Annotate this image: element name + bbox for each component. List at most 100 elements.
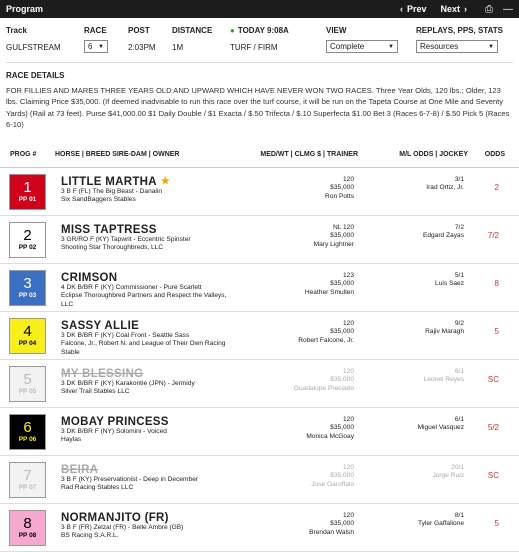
chevron-down-icon: ▼ <box>98 43 104 50</box>
post-position: PP 01 <box>18 196 37 204</box>
post-position: PP 05 <box>18 388 37 396</box>
program-number-badge: 6 PP 06 <box>9 413 46 450</box>
entry-row[interactable]: 2 PP 02 MISS TAPTRESS 3 GR/RO F (KY) Tap… <box>0 216 519 264</box>
chevron-down-icon: ▼ <box>388 43 394 50</box>
jockey: Tyler Gaffalione <box>417 520 464 528</box>
minimize-icon[interactable]: — <box>503 4 513 15</box>
post-position: PP 08 <box>18 532 37 540</box>
prev-button[interactable]: ‹ Prev <box>400 4 427 14</box>
breed-info: 3 DK B/BR F (KY) Coal Front - Seattle Sa… <box>61 331 190 339</box>
replays-label: REPLAYS, PPS, STATS <box>416 26 503 35</box>
morning-line-odds: 6/1 <box>454 367 464 375</box>
owner: Eclipse Thoroughbred Partners and Respec… <box>61 292 227 308</box>
resources-select[interactable]: Resources ▼ <box>416 40 498 53</box>
jockey: Leonel Reyes <box>423 376 464 384</box>
morning-line-odds: 20/1 <box>451 463 464 471</box>
live-odds: 5 <box>494 326 499 336</box>
next-label: Next <box>440 4 460 14</box>
horse-name[interactable]: MISS TAPTRESS <box>61 224 157 236</box>
breed-info: 3 DK B/BR F (NY) Solomini - Voiced <box>61 427 167 435</box>
owner: Haylas <box>61 436 82 444</box>
chevron-right-icon: › <box>464 4 467 14</box>
program-number: 8 <box>23 515 32 533</box>
entry-row[interactable]: 7 PP 07 BEIRA 3 B F (KY) Preservationist… <box>0 456 519 504</box>
horse-name[interactable]: MOBAY PRINCESS <box>61 416 169 428</box>
program-number-badge: 4 PP 04 <box>9 317 46 354</box>
surface-value: TURF / FIRM <box>230 43 278 52</box>
morning-line-odds: 9/2 <box>454 319 464 327</box>
claiming-price: $35,000 <box>330 376 354 384</box>
jockey: Miguel Vasquez <box>417 424 464 432</box>
med-weight: 120 <box>342 511 354 519</box>
program-number-badge: 3 PP 03 <box>9 269 46 306</box>
morning-line-odds: 7/2 <box>454 223 464 231</box>
owner: BS Racing S.A.R.L. <box>61 532 119 540</box>
program-header: Program ‹ Prev Next › ⎙ — <box>0 0 519 18</box>
resources-select-value: Resources <box>420 42 459 51</box>
distance-value: 1M <box>172 43 184 52</box>
live-odds: SC <box>487 470 499 480</box>
horse-name[interactable]: BEIRA <box>61 464 98 476</box>
post-value: 2:03PM <box>128 43 156 52</box>
view-label: VIEW <box>326 26 347 35</box>
owner: Rad Racing Stables LLC <box>61 484 134 492</box>
horse-name[interactable]: LITTLE MARTHA <box>61 176 157 188</box>
view-select[interactable]: Complete ▼ <box>326 40 398 53</box>
race-header: Track GULFSTREAM RACE 6 ▼ POST 2:03PM DIS… <box>0 18 519 62</box>
horse-name[interactable]: NORMANJITO (FR) <box>61 512 169 524</box>
col-med: MED/WT | CLMG $ | TRAINER <box>260 150 358 158</box>
distance-label: DISTANCE <box>172 26 213 35</box>
post-position: PP 07 <box>18 484 37 492</box>
live-odds: 2 <box>494 182 499 192</box>
program-number-badge: 1 PP 01 <box>9 173 46 210</box>
med-weight: 120 <box>342 319 354 327</box>
horse-name[interactable]: MY BLESSING <box>61 368 143 380</box>
jockey: Irad Ortiz, Jr. <box>426 184 464 192</box>
chevron-down-icon: ▼ <box>488 43 494 50</box>
owner: Falcone, Jr., Robert N. and League of Th… <box>61 340 226 356</box>
trainer: Monica McGoay <box>306 432 354 440</box>
owner: Shooting Star Thoroughbreds, LLC <box>61 244 164 252</box>
entry-row[interactable]: 8 PP 08 NORMANJITO (FR) 3 B F (FR) Zelza… <box>0 504 519 552</box>
col-odds: ODDS <box>484 150 505 158</box>
post-position: PP 03 <box>18 292 37 300</box>
claiming-price: $35,000 <box>330 184 354 192</box>
live-odds: 8 <box>494 278 499 288</box>
chevron-left-icon: ‹ <box>399 4 403 14</box>
race-select[interactable]: 6 ▼ <box>84 40 108 53</box>
trainer: Ron Potts <box>325 192 354 200</box>
med-weight: 120 <box>342 175 354 183</box>
program-number: 5 <box>23 371 32 389</box>
entry-row[interactable]: 5 PP 05 MY BLESSING 3 DK B/BR F (KY) Kar… <box>0 360 519 408</box>
program-number-badge: 2 PP 02 <box>9 221 46 258</box>
today-status: ● TODAY 9:08A <box>230 26 289 35</box>
morning-line-odds: 6/1 <box>454 415 464 423</box>
trainer: Brendan Walsh <box>309 528 354 536</box>
entry-row[interactable]: 1 PP 01 LITTLE MARTHA ★ 3 B F (FL) The Bi… <box>0 168 519 216</box>
breed-info: 3 B F (FL) The Big Beast - Danalin <box>61 187 163 195</box>
star-icon[interactable]: ★ <box>161 176 170 187</box>
program-number: 4 <box>23 323 32 341</box>
horse-name[interactable]: CRIMSON <box>61 272 117 284</box>
trainer: Guadalupe Preciado <box>293 384 354 392</box>
breed-info: 3 GR/RO F (KY) Tapwrit - Eccentric Spins… <box>61 235 191 243</box>
print-icon[interactable]: ⎙ <box>485 4 493 15</box>
check-circle-icon: ● <box>230 26 235 35</box>
med-weight: NL 120 <box>332 223 354 231</box>
morning-line-odds: 5/1 <box>454 271 464 279</box>
next-button[interactable]: Next › <box>440 4 467 14</box>
horse-name[interactable]: SASSY ALLIE <box>61 320 139 332</box>
claiming-price: $35,000 <box>330 280 354 288</box>
jockey: Edgard Zayas <box>422 232 464 240</box>
program-number-badge: 7 PP 07 <box>9 461 46 498</box>
program-number: 2 <box>23 227 32 245</box>
entry-row[interactable]: 6 PP 06 MOBAY PRINCESS 3 DK B/BR F (NY) … <box>0 408 519 456</box>
entry-row[interactable]: 3 PP 03 CRIMSON 4 DK B/BR F (KY) Commiss… <box>0 264 519 312</box>
live-odds: 7/2 <box>487 230 499 240</box>
entry-row[interactable]: 4 PP 04 SASSY ALLIE 3 DK B/BR F (KY) Coa… <box>0 312 519 360</box>
jockey: Rajiv Maragh <box>425 328 464 336</box>
entries-column-header: PROG # HORSE | BREED SIRE-DAM | OWNER ME… <box>0 142 519 168</box>
med-weight: 120 <box>342 415 354 423</box>
live-odds: 5/2 <box>487 422 499 432</box>
race-details-text: FOR FILLIES AND MARES THREE YEARS OLD AN… <box>6 86 510 130</box>
